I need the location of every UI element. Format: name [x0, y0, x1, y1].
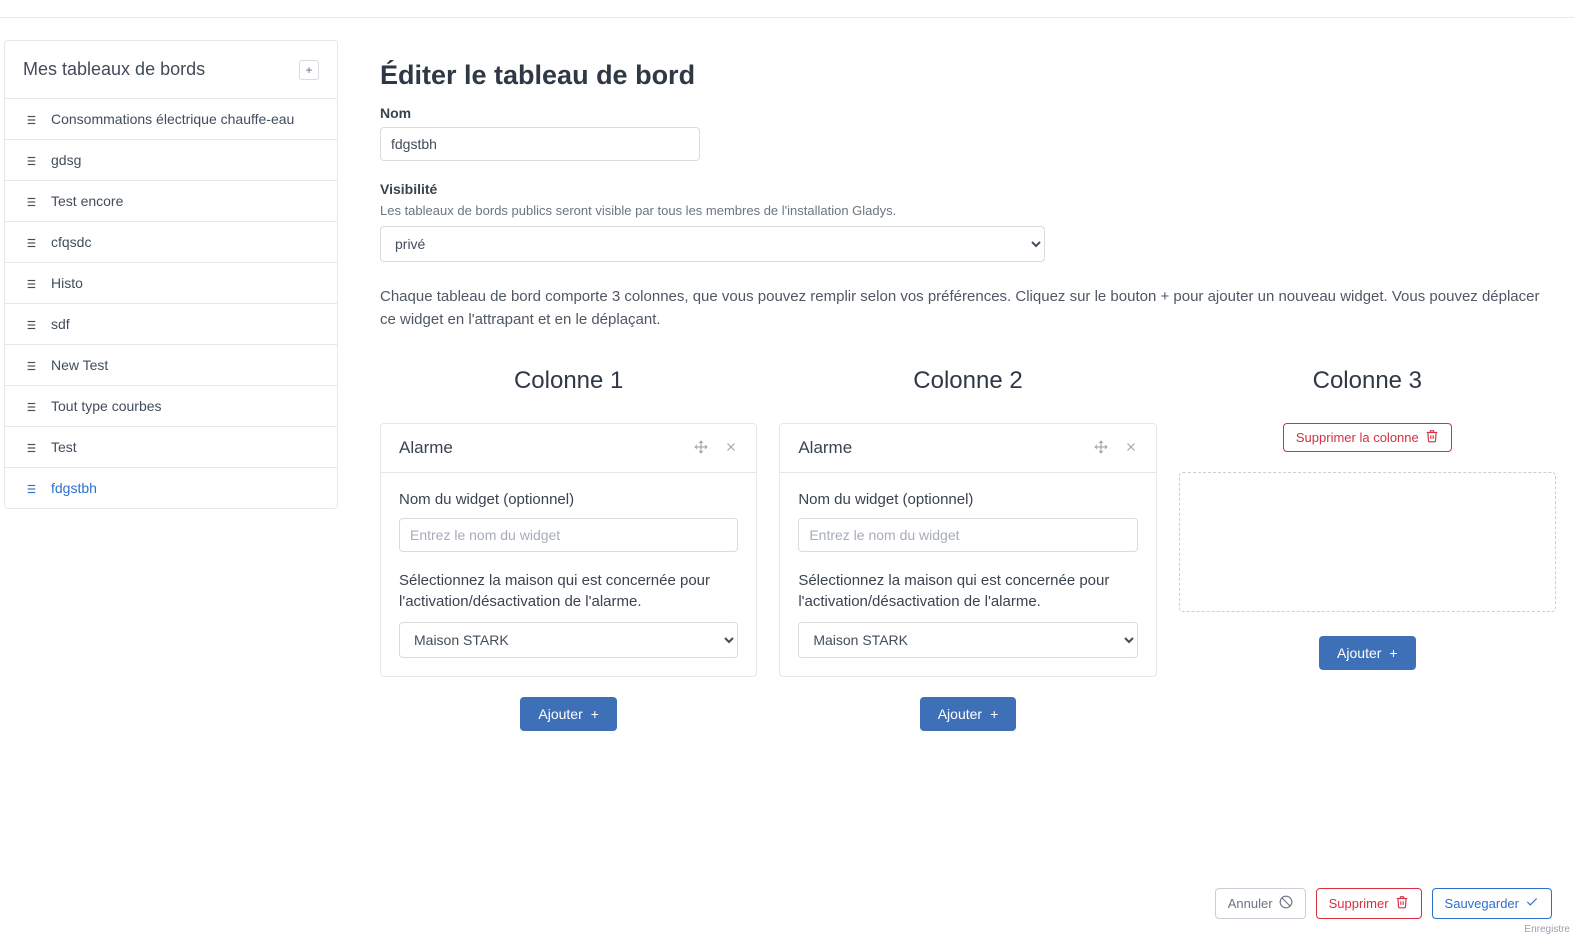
widget-name-input[interactable] [798, 518, 1137, 552]
column-3-title: Colonne 3 [1179, 367, 1556, 395]
list-icon [23, 236, 37, 248]
add-widget-button[interactable]: Ajouter + [1319, 636, 1416, 670]
columns-row: Colonne 1 Alarme Nom du widget (optionne… [380, 367, 1556, 731]
widget-house-desc: Sélectionnez la maison qui est concernée… [798, 570, 1137, 612]
sidebar-item-label: Tout type courbes [51, 398, 162, 414]
name-label: Nom [380, 105, 1556, 121]
widget-house-desc: Sélectionnez la maison qui est concernée… [399, 570, 738, 612]
page-title: Éditer le tableau de bord [380, 60, 1556, 91]
sidebar-item-label: Consommations électrique chauffe-eau [51, 111, 294, 127]
list-icon [23, 359, 37, 371]
sidebar-item[interactable]: Consommations électrique chauffe-eau [5, 98, 337, 139]
sidebar-item-label: Test [51, 439, 77, 455]
columns-hint: Chaque tableau de bord comporte 3 colonn… [380, 286, 1556, 331]
cancel-button[interactable]: Annuler [1215, 888, 1306, 919]
widget-card: Alarme Nom du widget (optionnel) Sélecti… [380, 423, 757, 677]
list-icon [23, 277, 37, 289]
column-1-title: Colonne 1 [380, 367, 757, 395]
sidebar-title: Mes tableaux de bords [23, 59, 205, 80]
sidebar-item[interactable]: Histo [5, 262, 337, 303]
add-widget-button[interactable]: Ajouter + [520, 697, 617, 731]
name-input[interactable] [380, 127, 700, 161]
sidebar-item[interactable]: sdf [5, 303, 337, 344]
sidebar-item[interactable]: Test [5, 426, 337, 467]
close-icon[interactable] [1124, 440, 1138, 457]
trash-icon [1395, 895, 1409, 912]
empty-dropzone[interactable] [1179, 472, 1556, 612]
delete-button[interactable]: Supprimer [1316, 888, 1422, 919]
widget-name-label: Nom du widget (optionnel) [798, 491, 1137, 508]
save-label: Sauvegarder [1445, 896, 1519, 911]
footer-actions: Annuler Supprimer Sauvegarder [1193, 874, 1574, 937]
sidebar-item[interactable]: cfqsdc [5, 221, 337, 262]
widget-house-select[interactable]: Maison STARK [399, 622, 738, 658]
move-icon[interactable] [694, 440, 708, 457]
sidebar-item[interactable]: Test encore [5, 180, 337, 221]
cancel-label: Annuler [1228, 896, 1273, 911]
widget-name-input[interactable] [399, 518, 738, 552]
sidebar-item[interactable]: fdgstbh [5, 467, 337, 508]
trash-icon [1425, 429, 1439, 446]
widget-header: Alarme [381, 424, 756, 473]
plus-icon: + [990, 706, 998, 722]
list-icon [23, 400, 37, 412]
plus-icon: + [591, 706, 599, 722]
list-icon [23, 113, 37, 125]
widget-title: Alarme [399, 438, 453, 458]
sidebar-item-label: sdf [51, 316, 70, 332]
cancel-icon [1279, 895, 1293, 912]
page-wrap: Mes tableaux de bords + Consommations él… [0, 18, 1574, 871]
visibility-select[interactable]: privé [380, 226, 1045, 262]
main-content: Éditer le tableau de bord Nom Visibilité… [360, 40, 1564, 871]
add-button-label: Ajouter [538, 706, 582, 722]
sidebar-item-label: fdgstbh [51, 480, 97, 496]
topbar [0, 0, 1574, 18]
sidebar-item-label: cfqsdc [51, 234, 91, 250]
sidebar-item-label: Histo [51, 275, 83, 291]
list-icon [23, 441, 37, 453]
delete-label: Supprimer [1329, 896, 1389, 911]
column-2-title: Colonne 2 [779, 367, 1156, 395]
save-button[interactable]: Sauvegarder [1432, 888, 1552, 919]
sidebar-item-label: Test encore [51, 193, 123, 209]
widget-card: Alarme Nom du widget (optionnel) Sélecti… [779, 423, 1156, 677]
sidebar-list: Consommations électrique chauffe-eau gdsg… [5, 98, 337, 508]
sidebar-item-label: New Test [51, 357, 108, 373]
widget-name-label: Nom du widget (optionnel) [399, 491, 738, 508]
sidebar-item[interactable]: gdsg [5, 139, 337, 180]
column-3: Colonne 3 Supprimer la colonne Ajouter + [1179, 367, 1556, 731]
visibility-hint: Les tableaux de bords publics seront vis… [380, 203, 1556, 218]
widget-title: Alarme [798, 438, 852, 458]
list-icon [23, 482, 37, 494]
column-1: Colonne 1 Alarme Nom du widget (optionne… [380, 367, 757, 731]
widget-house-select[interactable]: Maison STARK [798, 622, 1137, 658]
check-icon [1525, 895, 1539, 912]
widget-body: Nom du widget (optionnel) Sélectionnez l… [381, 473, 756, 676]
list-icon [23, 195, 37, 207]
visibility-label: Visibilité [380, 181, 1556, 197]
add-button-label: Ajouter [938, 706, 982, 722]
sidebar-item[interactable]: New Test [5, 344, 337, 385]
move-icon[interactable] [1094, 440, 1108, 457]
list-icon [23, 318, 37, 330]
name-field-section: Nom [380, 105, 1556, 161]
widget-body: Nom du widget (optionnel) Sélectionnez l… [780, 473, 1155, 676]
delete-column-button[interactable]: Supprimer la colonne [1283, 423, 1452, 452]
visibility-section: Visibilité Les tableaux de bords publics… [380, 181, 1556, 262]
add-dashboard-button[interactable]: + [299, 60, 319, 80]
add-widget-button[interactable]: Ajouter + [920, 697, 1017, 731]
sidebar-item[interactable]: Tout type courbes [5, 385, 337, 426]
close-icon[interactable] [724, 440, 738, 457]
add-button-label: Ajouter [1337, 645, 1381, 661]
plus-icon: + [1389, 645, 1397, 661]
delete-column-label: Supprimer la colonne [1296, 430, 1419, 445]
widget-header: Alarme [780, 424, 1155, 473]
sidebar: Mes tableaux de bords + Consommations él… [4, 40, 338, 509]
corner-status: Enregistre [1520, 922, 1574, 937]
sidebar-header: Mes tableaux de bords + [5, 41, 337, 98]
column-2: Colonne 2 Alarme Nom du widget (optionne… [779, 367, 1156, 731]
list-icon [23, 154, 37, 166]
sidebar-item-label: gdsg [51, 152, 81, 168]
